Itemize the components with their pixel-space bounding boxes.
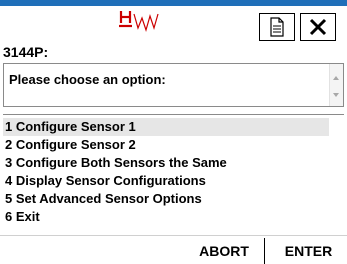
prompt-text: Please choose an option: — [9, 72, 166, 87]
document-button[interactable] — [259, 13, 295, 41]
footer-divider — [0, 235, 347, 236]
hart-logo-icon — [119, 11, 159, 33]
device-title: 3144P: — [3, 44, 49, 60]
close-icon — [309, 18, 327, 36]
option-advanced-sensor-options[interactable]: 5 Set Advanced Sensor Options — [3, 190, 329, 208]
options-list: 1 Configure Sensor 1 2 Configure Sensor … — [3, 114, 344, 232]
option-exit[interactable]: 6 Exit — [3, 208, 329, 226]
footer-button-divider — [264, 238, 265, 264]
enter-button[interactable]: ENTER — [270, 238, 347, 264]
scroll-down-icon[interactable] — [333, 93, 339, 97]
document-icon — [270, 17, 284, 37]
option-configure-sensor-2[interactable]: 2 Configure Sensor 2 — [3, 136, 329, 154]
option-configure-both-sensors[interactable]: 3 Configure Both Sensors the Same — [3, 154, 329, 172]
prompt-scrollbar[interactable] — [329, 64, 343, 106]
close-button[interactable] — [300, 13, 336, 41]
abort-button[interactable]: ABORT — [186, 238, 262, 264]
top-accent-bar — [0, 0, 347, 6]
prompt-box: Please choose an option: — [3, 63, 344, 107]
option-display-sensor-configurations[interactable]: 4 Display Sensor Configurations — [3, 172, 329, 190]
scroll-up-icon[interactable] — [333, 76, 339, 80]
option-configure-sensor-1[interactable]: 1 Configure Sensor 1 — [3, 118, 329, 136]
